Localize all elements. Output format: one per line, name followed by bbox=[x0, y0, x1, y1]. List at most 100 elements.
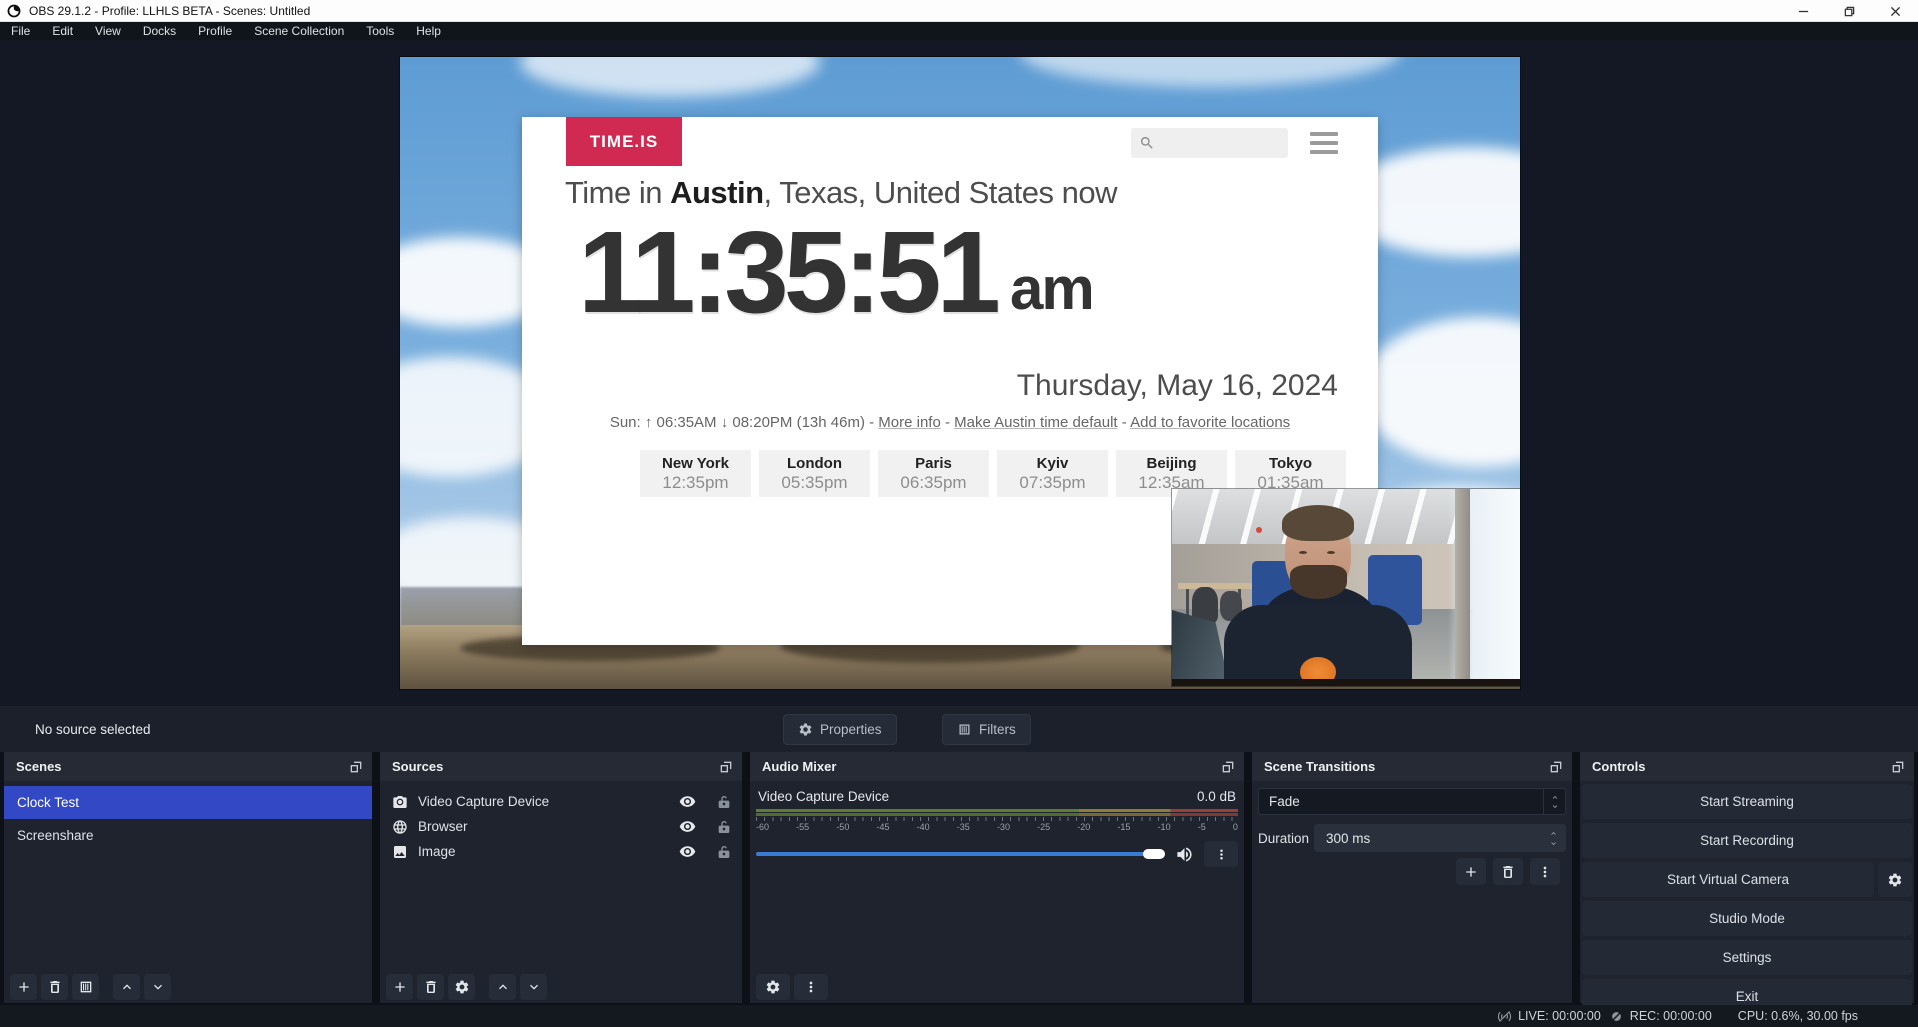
source-properties-button[interactable] bbox=[448, 974, 475, 1000]
scenes-dock: Scenes Clock Test Screenshare bbox=[4, 752, 372, 1003]
scene-item-clock-test[interactable]: Clock Test bbox=[4, 786, 372, 819]
close-button[interactable] bbox=[1872, 0, 1918, 22]
sun-info-line: Sun: ↑ 06:35AM ↓ 08:20PM (13h 46m) - Mor… bbox=[522, 414, 1378, 431]
move-source-up-button[interactable] bbox=[489, 974, 516, 1000]
menu-docks[interactable]: Docks bbox=[132, 22, 187, 40]
start-virtual-camera-button[interactable]: Start Virtual Camera bbox=[1582, 862, 1874, 897]
selection-status: No source selected bbox=[35, 722, 151, 737]
city-name: Austin bbox=[670, 175, 763, 210]
spin-up-icon[interactable] bbox=[1547, 829, 1560, 838]
clock: 11:35:51 am bbox=[578, 209, 1338, 337]
remove-source-button[interactable] bbox=[417, 974, 444, 1000]
live-signal-off-icon bbox=[1497, 1009, 1512, 1024]
sources-title: Sources bbox=[392, 759, 443, 774]
remove-scene-button[interactable] bbox=[41, 974, 68, 1000]
kebab-icon bbox=[1537, 864, 1553, 880]
mixer-menu-button[interactable] bbox=[794, 974, 828, 1000]
settings-button[interactable]: Settings bbox=[1582, 940, 1912, 975]
popout-icon[interactable] bbox=[718, 759, 734, 775]
transition-menu-button[interactable] bbox=[1530, 858, 1560, 885]
chevron-down-icon bbox=[150, 979, 166, 995]
lock-icon[interactable] bbox=[716, 819, 732, 835]
move-source-down-button[interactable] bbox=[520, 974, 547, 1000]
remove-transition-button[interactable] bbox=[1493, 858, 1523, 885]
restore-button[interactable] bbox=[1826, 0, 1872, 22]
obs-window: OBS 29.1.2 - Profile: LLHLS BETA - Scene… bbox=[0, 0, 1918, 1027]
popout-icon[interactable] bbox=[1890, 759, 1906, 775]
gear-icon bbox=[1887, 872, 1903, 888]
menu-edit[interactable]: Edit bbox=[41, 22, 84, 40]
city-box-kyiv: Kyiv07:35pm bbox=[997, 450, 1108, 497]
minimize-button[interactable] bbox=[1780, 0, 1826, 22]
move-scene-up-button[interactable] bbox=[113, 974, 140, 1000]
properties-button[interactable]: Properties bbox=[783, 714, 897, 745]
advanced-audio-button[interactable] bbox=[756, 974, 790, 1000]
popout-icon[interactable] bbox=[1220, 759, 1236, 775]
duration-label: Duration bbox=[1258, 831, 1314, 846]
dual-gear-icon bbox=[765, 979, 781, 995]
volume-slider[interactable] bbox=[756, 852, 1165, 856]
scene-item-screenshare[interactable]: Screenshare bbox=[4, 819, 372, 852]
timeis-logo: TIME.IS bbox=[566, 117, 682, 166]
trash-icon bbox=[47, 979, 63, 995]
filter-icon bbox=[957, 722, 972, 737]
webcam-source bbox=[1172, 489, 1520, 686]
search-input bbox=[1161, 136, 1271, 151]
scene-list: Clock Test Screenshare bbox=[4, 786, 372, 852]
scene-filters-button[interactable] bbox=[72, 974, 99, 1000]
duration-spinbox[interactable]: 300 ms bbox=[1314, 824, 1566, 852]
popout-icon[interactable] bbox=[348, 759, 364, 775]
visibility-eye-icon[interactable] bbox=[679, 793, 696, 810]
dock-area: Scenes Clock Test Screenshare Sources bbox=[0, 752, 1918, 1005]
transitions-title: Scene Transitions bbox=[1264, 759, 1375, 774]
move-scene-down-button[interactable] bbox=[144, 974, 171, 1000]
cpu-fps-stats: CPU: 0.6%, 30.00 fps bbox=[1738, 1009, 1858, 1023]
page-heading: Time in Austin, Texas, United States now bbox=[565, 175, 1345, 211]
menu-view[interactable]: View bbox=[84, 22, 132, 40]
menu-tools[interactable]: Tools bbox=[355, 22, 405, 40]
speaker-icon[interactable] bbox=[1175, 845, 1194, 864]
record-off-icon bbox=[1609, 1009, 1624, 1024]
visibility-eye-icon[interactable] bbox=[679, 843, 696, 860]
menu-scene-collection[interactable]: Scene Collection bbox=[243, 22, 355, 40]
source-item-browser[interactable]: Browser bbox=[380, 814, 742, 839]
visibility-eye-icon[interactable] bbox=[679, 818, 696, 835]
source-item-video-capture[interactable]: Video Capture Device bbox=[380, 789, 742, 814]
virtual-camera-settings-button[interactable] bbox=[1878, 862, 1912, 897]
plus-icon bbox=[392, 979, 408, 995]
lock-icon[interactable] bbox=[716, 794, 732, 810]
menu-help[interactable]: Help bbox=[405, 22, 452, 40]
volume-slider-handle[interactable] bbox=[1143, 849, 1165, 859]
title-bar: OBS 29.1.2 - Profile: LLHLS BETA - Scene… bbox=[0, 0, 1918, 22]
scene-preview[interactable]: TIME.IS Time in Austin, Texas, United St… bbox=[400, 57, 1520, 689]
start-streaming-button[interactable]: Start Streaming bbox=[1582, 784, 1912, 819]
restore-icon bbox=[1844, 6, 1855, 17]
spin-down-icon[interactable] bbox=[1547, 839, 1560, 848]
city-box-london: London05:35pm bbox=[759, 450, 870, 497]
make-default-link: Make Austin time default bbox=[954, 414, 1117, 431]
add-source-button[interactable] bbox=[386, 974, 413, 1000]
search-icon bbox=[1139, 135, 1155, 151]
add-scene-button[interactable] bbox=[10, 974, 37, 1000]
add-transition-button[interactable] bbox=[1456, 858, 1486, 885]
menu-profile[interactable]: Profile bbox=[187, 22, 243, 40]
filters-button[interactable]: Filters bbox=[942, 714, 1031, 745]
preview-canvas[interactable]: TIME.IS Time in Austin, Texas, United St… bbox=[0, 40, 1918, 706]
popout-icon[interactable] bbox=[1548, 759, 1564, 775]
chevron-up-icon bbox=[495, 979, 511, 995]
live-timer: LIVE: 00:00:00 bbox=[1518, 1009, 1601, 1023]
transition-select[interactable]: Fade bbox=[1258, 788, 1566, 815]
chevron-up-icon bbox=[1549, 793, 1561, 802]
scenes-title: Scenes bbox=[16, 759, 62, 774]
studio-mode-button[interactable]: Studio Mode bbox=[1582, 901, 1912, 936]
page-date: Thursday, May 16, 2024 bbox=[1017, 369, 1338, 403]
start-recording-button[interactable]: Start Recording bbox=[1582, 823, 1912, 858]
channel-menu-button[interactable] bbox=[1204, 841, 1238, 867]
lock-icon[interactable] bbox=[716, 844, 732, 860]
city-box-newyork: New York12:35pm bbox=[640, 450, 751, 497]
plus-icon bbox=[1463, 864, 1479, 880]
menu-file[interactable]: File bbox=[0, 22, 41, 40]
source-item-image[interactable]: Image bbox=[380, 839, 742, 864]
gear-icon bbox=[798, 722, 813, 737]
volume-meter: -60-55-50-45-40-35-30-25-20-15-10-50 bbox=[756, 809, 1238, 832]
